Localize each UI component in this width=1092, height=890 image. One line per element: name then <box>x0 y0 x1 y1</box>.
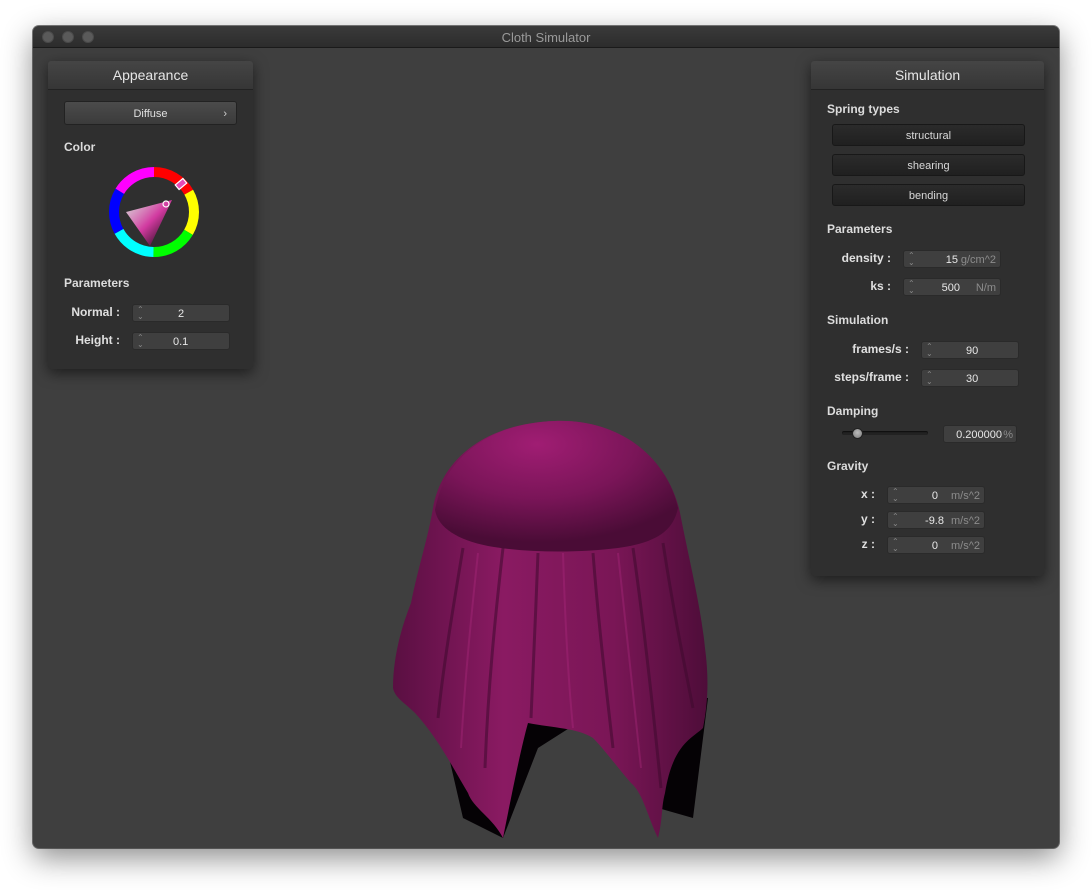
bending-button[interactable]: bending <box>832 184 1025 206</box>
height-value: 0.1 <box>173 336 189 348</box>
stepper-icon[interactable]: ⌃ ⌄ <box>137 334 144 349</box>
steps-per-frame-field[interactable]: ⌃ ⌄ 30 <box>921 369 1019 387</box>
ks-value: 500 <box>941 282 960 294</box>
gravity-x-field[interactable]: ⌃ ⌄ 0 m/s^2 <box>887 486 985 504</box>
height-field[interactable]: ⌃ ⌄ 0.1 <box>132 332 230 350</box>
ks-unit: N/m <box>975 282 996 294</box>
simulation-section-label: Simulation <box>827 313 889 327</box>
color-label: Color <box>64 140 96 154</box>
simulation-parameters-label: Parameters <box>827 222 893 236</box>
damping-label: Damping <box>827 404 879 418</box>
damping-slider-knob[interactable] <box>852 428 863 439</box>
appearance-parameters-label: Parameters <box>64 276 130 290</box>
ks-label: ks : <box>870 279 891 293</box>
appearance-panel: Appearance Diffuse › Color Parameters No… <box>48 61 253 369</box>
frames-per-second-value: 90 <box>966 345 979 357</box>
stepper-icon[interactable]: ⌃ ⌄ <box>892 538 899 553</box>
structural-button[interactable]: structural <box>832 124 1025 146</box>
damping-field[interactable]: 0.200000 % <box>943 425 1017 443</box>
app-window: Cloth Simulator Appearance Diffuse › Col… <box>33 26 1059 848</box>
ks-field[interactable]: ⌃ ⌄ 500 N/m <box>903 278 1001 296</box>
stepper-icon[interactable]: ⌃ ⌄ <box>908 252 915 267</box>
gravity-y-label: y : <box>860 512 875 526</box>
cloth-dome <box>435 420 678 552</box>
normal-field[interactable]: ⌃ ⌄ 2 <box>132 304 230 322</box>
window-title: Cloth Simulator <box>501 30 591 45</box>
stepper-icon[interactable]: ⌃ ⌄ <box>137 306 144 321</box>
damping-value: 0.200000 <box>956 429 1002 441</box>
normal-label: Normal : <box>71 305 120 319</box>
shader-dropdown-label: Diffuse <box>133 108 168 120</box>
color-wheel[interactable] <box>104 162 204 262</box>
shearing-button[interactable]: shearing <box>832 154 1025 176</box>
density-unit: g/cm^2 <box>960 254 996 266</box>
simulation-panel: Simulation Spring types structural shear… <box>811 61 1044 576</box>
stepper-icon[interactable]: ⌃ ⌄ <box>892 488 899 503</box>
density-label: density : <box>841 251 891 265</box>
density-value: 15 <box>945 254 958 266</box>
normal-value: 2 <box>178 308 185 320</box>
stepper-icon[interactable]: ⌃ ⌄ <box>926 371 933 386</box>
damping-unit: % <box>1003 429 1013 441</box>
stepper-icon[interactable]: ⌃ ⌄ <box>926 343 933 358</box>
spring-types-label: Spring types <box>827 102 900 116</box>
gravity-y-field[interactable]: ⌃ ⌄ -9.8 m/s^2 <box>887 511 985 529</box>
stepper-icon[interactable]: ⌃ ⌄ <box>892 513 899 528</box>
shader-dropdown[interactable]: Diffuse › <box>64 101 237 125</box>
simulation-header: Simulation <box>811 61 1044 90</box>
gravity-z-unit: m/s^2 <box>951 540 980 552</box>
gravity-y-unit: m/s^2 <box>951 515 980 527</box>
stepper-icon[interactable]: ⌃ ⌄ <box>908 280 915 295</box>
gravity-x-value: 0 <box>931 490 938 502</box>
steps-per-frame-value: 30 <box>966 373 979 385</box>
gravity-x-unit: m/s^2 <box>951 490 980 502</box>
steps-per-frame-label: steps/frame : <box>834 370 909 384</box>
chevron-right-icon: › <box>223 108 227 120</box>
gravity-z-value: 0 <box>931 540 938 552</box>
appearance-header: Appearance <box>48 61 253 90</box>
frames-per-second-label: frames/s : <box>852 342 909 356</box>
density-field[interactable]: ⌃ ⌄ 15 g/cm^2 <box>903 250 1001 268</box>
title-bar: Cloth Simulator <box>33 26 1059 48</box>
gravity-x-label: x : <box>860 487 875 501</box>
gravity-z-label: z : <box>861 537 875 551</box>
gravity-label: Gravity <box>827 459 869 473</box>
gravity-y-value: -9.8 <box>925 515 944 527</box>
frames-per-second-field[interactable]: ⌃ ⌄ 90 <box>921 341 1019 359</box>
height-label: Height : <box>75 333 120 347</box>
gravity-z-field[interactable]: ⌃ ⌄ 0 m/s^2 <box>887 536 985 554</box>
